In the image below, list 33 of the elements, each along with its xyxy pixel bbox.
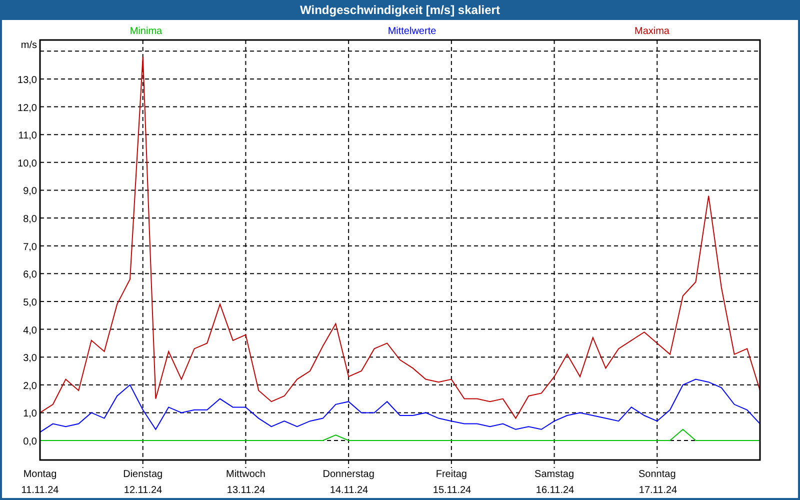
tick-label: 13,0	[18, 74, 37, 86]
tick-label: 7,0	[23, 242, 37, 253]
axis-label: m/s	[20, 40, 37, 51]
day-label: Sonntag	[638, 469, 676, 480]
date-label: 11.11.24	[21, 485, 59, 496]
day-label: Mittwoch	[226, 469, 266, 480]
tick-label: 0,0	[23, 436, 37, 448]
day-label: Freitag	[436, 469, 467, 480]
tick-label: 5,0	[23, 297, 37, 308]
tick-label: 11,0	[18, 130, 37, 142]
tick-label: 3,0	[23, 353, 37, 364]
legend-label: Maxima	[634, 26, 670, 37]
tick-label: 6,0	[23, 270, 37, 281]
tick-label: 10,0	[18, 158, 37, 170]
day-label: Montag	[23, 469, 57, 480]
date-label: 12.11.24	[124, 485, 162, 496]
tick-label: 12,0	[18, 102, 37, 114]
date-label: 14.11.24	[330, 485, 368, 496]
tick-label: 1,0	[23, 408, 37, 420]
tick-label: 4,0	[23, 325, 37, 336]
legend-label: Mittelwerte	[388, 26, 436, 37]
day-label: Samstag	[534, 469, 574, 480]
tick-label: 2,0	[23, 380, 37, 392]
day-label: Donnerstag	[322, 469, 374, 480]
date-label: 17.11.24	[638, 485, 678, 496]
date-label: 15.11.24	[432, 485, 472, 496]
date-label: 13.11.24	[226, 485, 266, 496]
date-label: 16.11.24	[536, 485, 574, 496]
day-label: Dienstag	[123, 469, 163, 480]
tick-label: 8,0	[23, 214, 37, 226]
legend-label: Minima	[130, 26, 162, 37]
tick-label: 9,0	[23, 186, 37, 198]
window-title: Windgeschwindigkeit [m/s] skaliert	[299, 2, 501, 19]
